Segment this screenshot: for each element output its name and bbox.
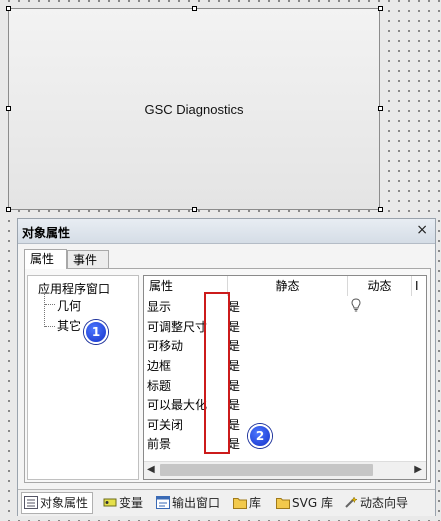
property-static-value[interactable]: 是 [228,357,240,374]
scroll-thumb[interactable] [160,464,373,476]
column-header-more[interactable]: I [412,276,426,296]
close-button[interactable]: × [416,222,428,238]
resize-handle-top-left[interactable] [6,6,11,11]
tree-connector [45,304,55,305]
bottom-tab-strip: 对象属性 变量 输出窗口 库 SVG 库 动态向导 [18,489,435,516]
bottom-tab-label: SVG 库 [292,496,333,510]
tree-item-geometry[interactable]: 几何 [57,297,81,314]
bottom-tab-label: 库 [249,496,262,510]
bottom-tab-label: 输出窗口 [172,496,221,510]
property-static-value[interactable]: 是 [228,318,240,335]
resize-handle-left[interactable] [6,106,11,111]
property-static-value[interactable]: 是 [228,396,240,413]
column-header-dynamic[interactable]: 动态 [348,276,412,296]
dynamic-wizard-icon [345,496,358,508]
property-name[interactable]: 可调整尺寸 [147,318,207,335]
scroll-right-arrow-icon[interactable]: ▶ [414,464,422,475]
property-name[interactable]: 显示 [147,298,171,315]
resize-handle-bottom-right[interactable] [378,207,383,212]
bottom-tab-object-properties[interactable]: 对象属性 [21,492,94,514]
object-caption: GSC Diagnostics [144,102,244,117]
property-static-value[interactable]: 是 [228,337,240,354]
resize-handle-top-right[interactable] [378,6,383,11]
property-name[interactable]: 可以最大化 [147,396,207,413]
output-window-icon [156,496,170,509]
tree-item-other[interactable]: 其它 [57,317,81,334]
bottom-tab-dynamic-wizard[interactable]: 动态向导 [342,493,408,513]
bottom-tab-label: 对象属性 [40,496,89,510]
tree-connector [44,294,45,327]
property-static-value[interactable]: 是 [228,416,240,433]
variable-icon [103,498,117,507]
property-static-value[interactable]: 是 [228,377,240,394]
lightbulb-icon[interactable] [348,297,364,313]
tab-properties[interactable]: 属性 [24,249,67,269]
object-properties-panel: 对象属性 × 属性 事件 应用程序窗口 几何 其它 属性 静态 动态 I 显示 … [17,218,436,516]
bottom-tab-label: 动态向导 [360,496,409,510]
bottom-tab-svg-library[interactable]: SVG 库 [274,493,333,513]
scroll-left-arrow-icon[interactable]: ◀ [147,464,155,475]
object-tree: 应用程序窗口 几何 其它 [27,275,139,480]
selected-canvas-object[interactable]: GSC Diagnostics [8,8,380,210]
tree-item-application-window[interactable]: 应用程序窗口 [38,280,110,297]
tree-connector [45,326,55,327]
bottom-tab-library[interactable]: 库 [231,493,261,513]
library-folder-icon [233,498,247,509]
property-grid: 属性 静态 动态 I 显示 是 可调整尺寸 是 可移动 是 边框 是 标题 是 … [143,275,427,480]
property-name[interactable]: 可关闭 [147,416,183,433]
property-name[interactable]: 边框 [147,357,171,374]
svg-library-folder-icon [276,498,290,509]
tab-events[interactable]: 事件 [67,250,109,269]
annotation-badge-2: 2 [248,424,272,448]
column-header-static[interactable]: 静态 [228,276,348,296]
property-name[interactable]: 前景 [147,435,171,452]
bottom-tab-output-window[interactable]: 输出窗口 [154,493,220,513]
bottom-tab-label: 变量 [119,496,144,510]
annotation-badge-1: 1 [84,320,108,344]
resize-handle-bottom-left[interactable] [6,207,11,212]
resize-handle-bottom[interactable] [192,207,197,212]
bottom-tab-variables[interactable]: 变量 [101,493,143,513]
property-static-value[interactable]: 是 [228,298,240,315]
property-name[interactable]: 可移动 [147,337,183,354]
resize-handle-right[interactable] [378,106,383,111]
properties-icon [24,496,38,509]
panel-header: 对象属性 × [18,219,435,244]
horizontal-scrollbar[interactable]: ◀ ▶ [144,461,426,479]
column-header-property[interactable]: 属性 [144,276,228,296]
panel-title: 对象属性 [22,226,71,240]
property-static-value[interactable]: 是 [228,435,240,452]
property-name[interactable]: 标题 [147,377,171,394]
resize-handle-top[interactable] [192,6,197,11]
